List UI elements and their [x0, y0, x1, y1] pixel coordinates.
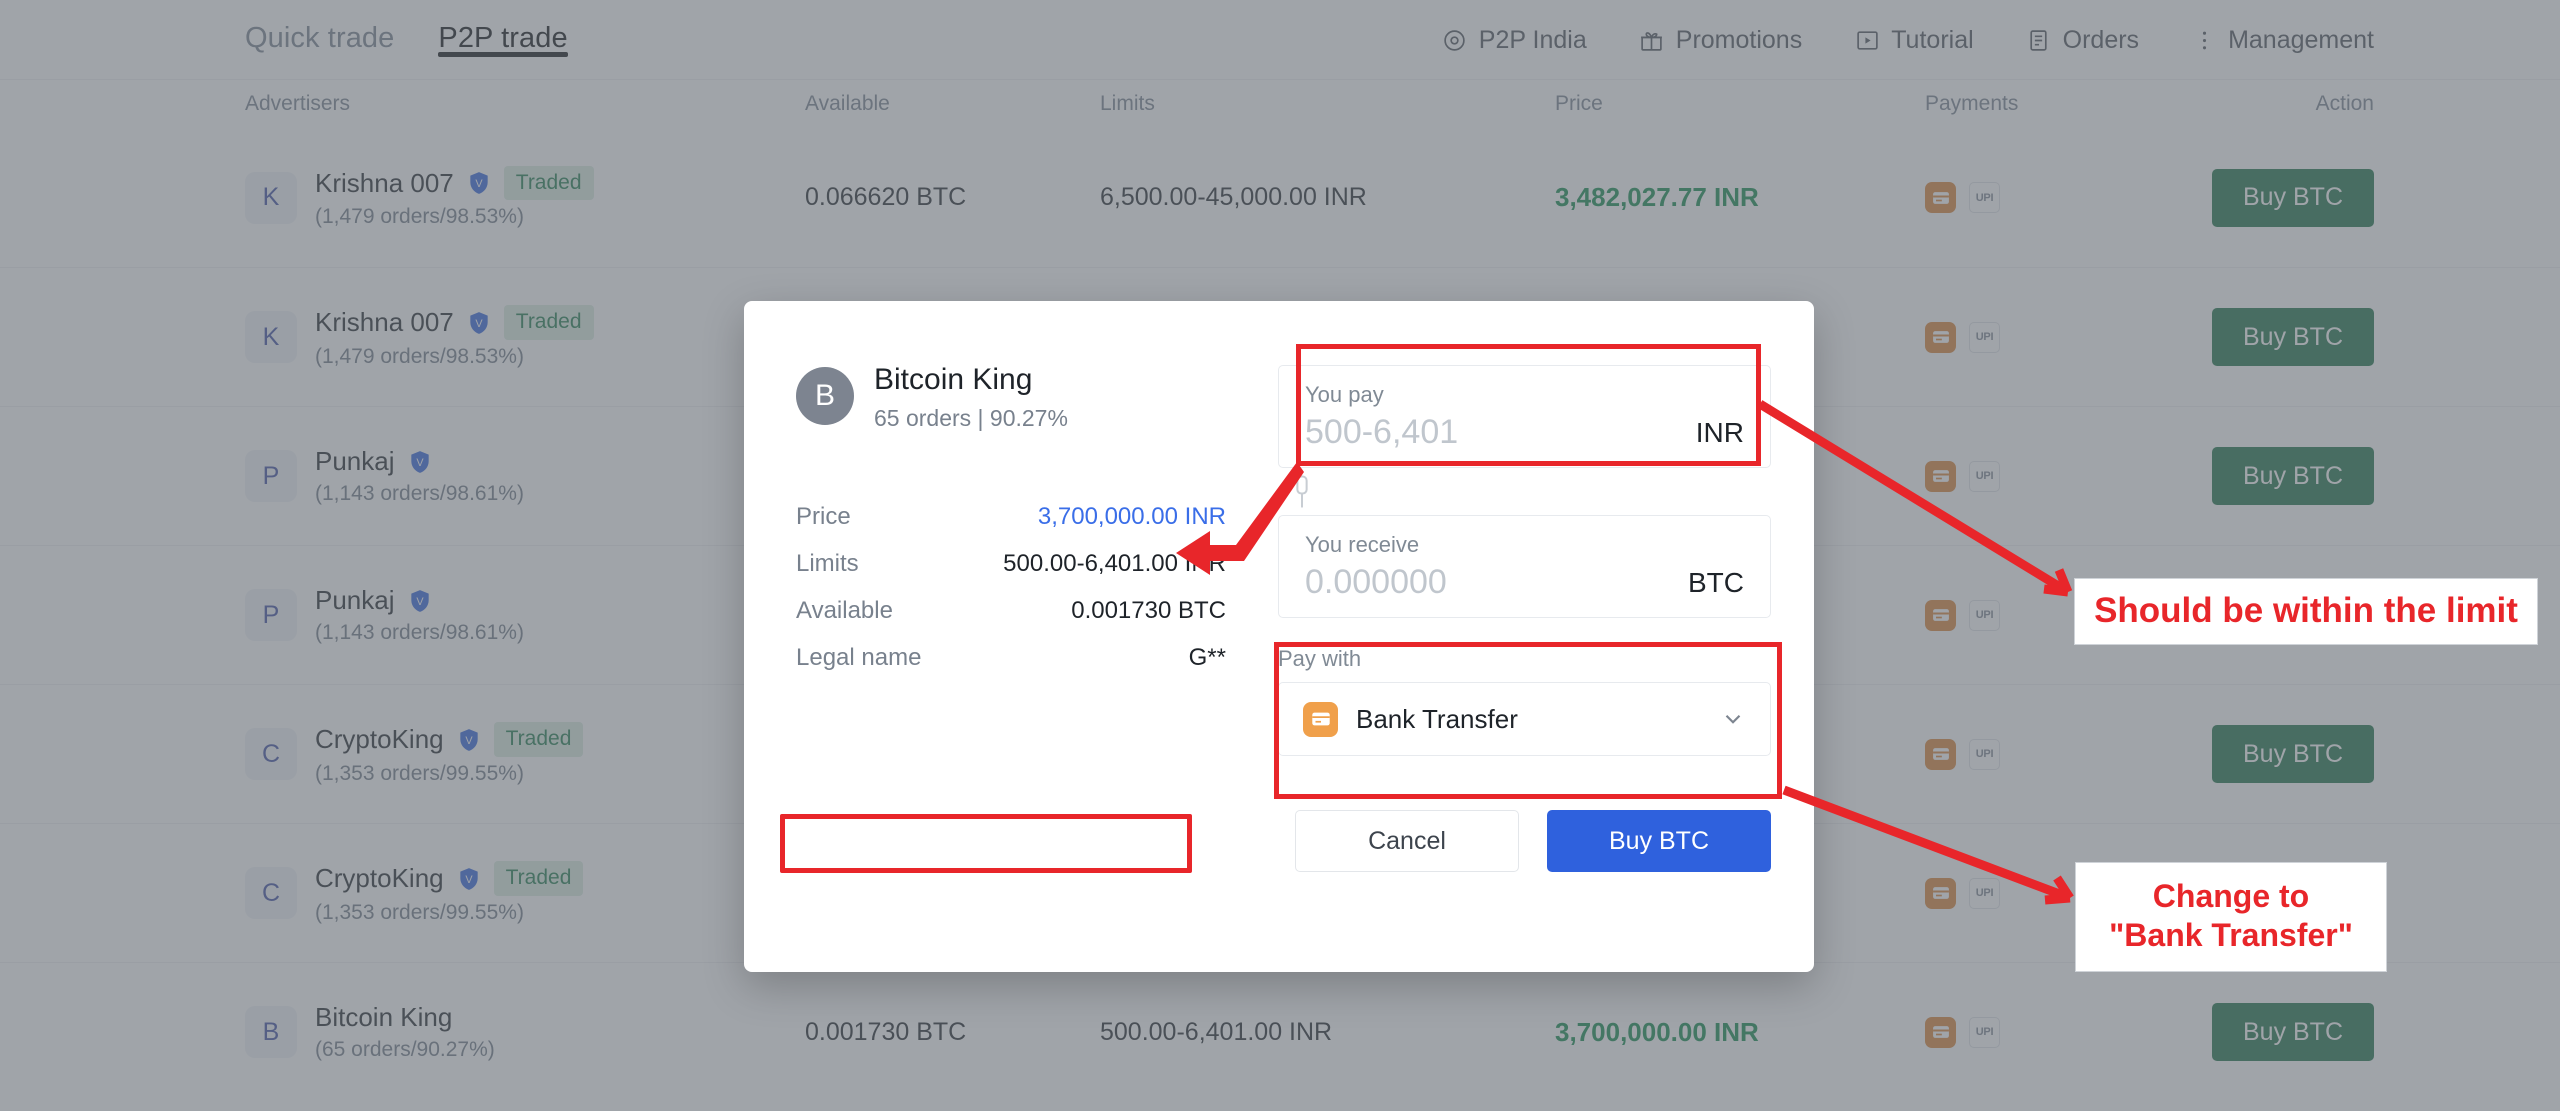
annotation-bank-line2: "Bank Transfer": [2109, 917, 2353, 954]
detail-row-limits: Limits 500.00-6,401.00 INR: [796, 541, 1226, 588]
bank-card-icon: [1303, 701, 1338, 737]
detail-label: Legal name: [796, 644, 922, 671]
you-pay-currency: INR: [1695, 416, 1744, 448]
seller-name: Bitcoin King: [874, 363, 1033, 396]
detail-row-legal-name: Legal name G**: [796, 635, 1226, 682]
detail-value: 3,700,000.00 INR: [1037, 503, 1226, 530]
swap-indicator: [1278, 468, 1771, 515]
detail-row-available: Available 0.001730 BTC: [796, 588, 1226, 635]
swap-vertical-icon: [1296, 475, 1308, 507]
annotation-bank-line1: Change to: [2152, 878, 2310, 914]
detail-value: 0.001730 BTC: [1071, 597, 1226, 624]
app-root: Quick trade P2P trade P2P India: [0, 0, 2560, 1111]
pay-with-dropdown[interactable]: Bank Transfer: [1278, 682, 1771, 756]
you-receive-label: You receive: [1305, 532, 1420, 557]
seller-stats: 65 orders | 90.27%: [874, 404, 1068, 431]
buy-btc-dialog: B Bitcoin King 65 orders | 90.27% Price …: [744, 301, 1814, 972]
you-receive-input[interactable]: [1305, 563, 1675, 602]
detail-label: Price: [796, 503, 851, 530]
pay-with-group: Pay with Bank Transfer: [1278, 646, 1771, 756]
you-receive-field[interactable]: You receive BTC: [1278, 515, 1771, 618]
detail-label: Available: [796, 597, 893, 624]
cancel-button[interactable]: Cancel: [1295, 810, 1519, 872]
order-details-list: Price 3,700,000.00 INR Limits 500.00-6,4…: [796, 494, 1226, 682]
dialog-seller-panel: B Bitcoin King 65 orders | 90.27% Price …: [796, 361, 1226, 972]
you-pay-field[interactable]: You pay INR: [1278, 365, 1771, 468]
annotation-limit-note: Should be within the limit: [2074, 578, 2538, 645]
pay-with-label: Pay with: [1278, 646, 1362, 671]
you-receive-currency: BTC: [1688, 566, 1744, 598]
annotation-bank-note: Change to "Bank Transfer": [2075, 862, 2387, 973]
buy-btc-button[interactable]: Buy BTC: [1547, 810, 1771, 872]
dialog-actions: Cancel Buy BTC: [1278, 810, 1771, 872]
detail-row-price: Price 3,700,000.00 INR: [796, 494, 1226, 541]
detail-label: Limits: [796, 550, 859, 577]
you-pay-label: You pay: [1305, 382, 1384, 407]
detail-value: G**: [1188, 644, 1226, 671]
you-pay-input[interactable]: [1305, 413, 1675, 452]
seller-summary: B Bitcoin King 65 orders | 90.27%: [796, 361, 1226, 432]
pay-with-selected-value: Bank Transfer: [1356, 703, 1518, 734]
detail-value: 500.00-6,401.00 INR: [1003, 550, 1226, 577]
chevron-down-icon: [1725, 714, 1741, 724]
avatar: B: [796, 367, 854, 426]
dialog-form-panel: You pay INR You receive: [1278, 361, 1771, 972]
